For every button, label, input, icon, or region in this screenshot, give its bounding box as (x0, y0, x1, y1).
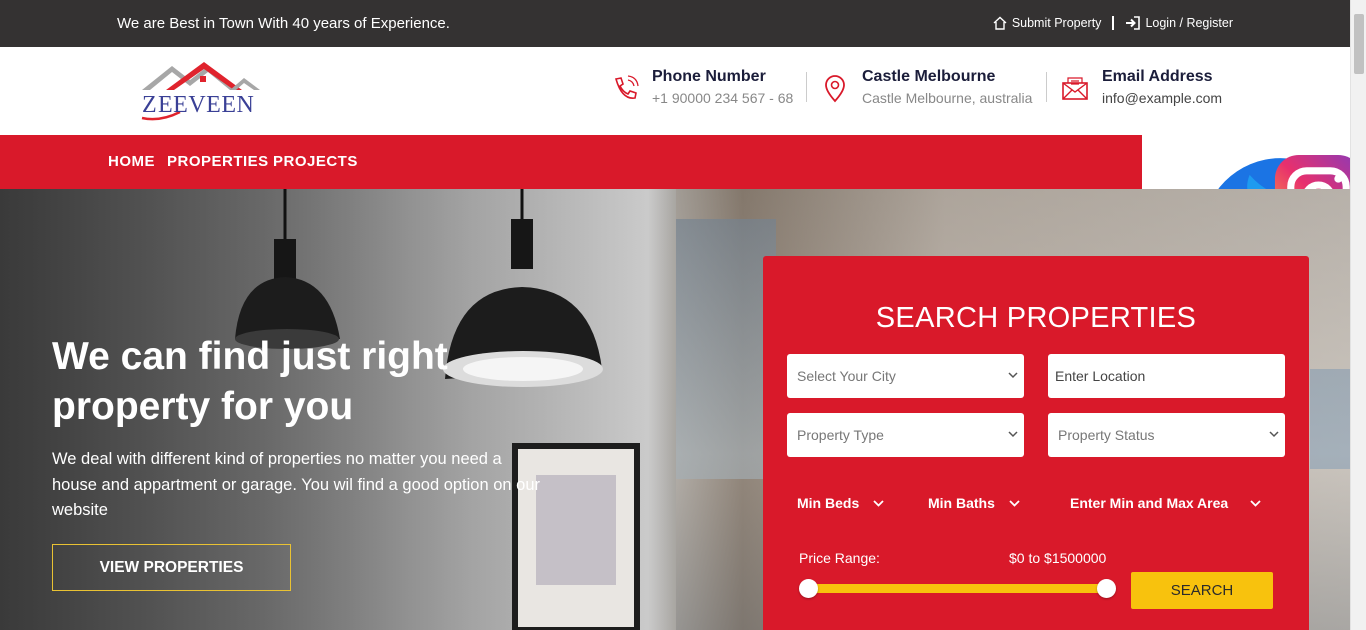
price-range-label: Price Range: (799, 550, 880, 566)
login-icon (1126, 16, 1141, 30)
logo-text: EEVEEN (158, 92, 255, 118)
header: Z EEVEEN Phone Number +1 90000 234 567 -… (0, 47, 1350, 135)
area-label: Enter Min and Max Area (1070, 495, 1229, 511)
chevron-down-icon (1250, 500, 1261, 507)
submit-property-link[interactable]: Submit Property (993, 16, 1102, 30)
contact-location: Castle Melbourne Castle Melbourne, austr… (820, 68, 1032, 106)
min-beds-label: Min Beds (797, 495, 860, 511)
home-icon (993, 16, 1007, 30)
contact-value: +1 90000 234 567 - 68 (652, 90, 794, 106)
min-baths-label: Min Baths (928, 495, 995, 511)
search-title: SEARCH PROPERTIES (875, 302, 1197, 334)
top-links: Submit Property Login / Register (993, 16, 1233, 30)
search-button[interactable]: SEARCH (1131, 572, 1273, 609)
hero-heading: We can find just right property for you (52, 335, 448, 428)
tagline: We are Best in Town With 40 years of Exp… (117, 15, 450, 32)
logo-z: Z (142, 92, 157, 118)
login-register-link[interactable]: Login / Register (1125, 16, 1233, 30)
nav-item-properties[interactable]: PROPERTIES (167, 153, 269, 170)
min-baths-select[interactable]: Min Baths (928, 495, 1020, 511)
nav-item-projects[interactable]: PROJECTS (273, 153, 358, 170)
search-panel: SEARCH PROPERTIES Select Your City Enter… (763, 256, 1309, 630)
map-pin-icon (825, 75, 845, 103)
property-status-select[interactable]: Property Status (1048, 413, 1285, 457)
price-range-slider[interactable] (808, 584, 1106, 593)
top-bar: We are Best in Town With 40 years of Exp… (0, 0, 1350, 47)
site-logo[interactable]: Z EEVEEN (140, 62, 265, 122)
location-input-placeholder: Enter Location (1055, 368, 1146, 384)
view-properties-button[interactable]: VIEW PROPERTIES (52, 544, 291, 591)
location-input[interactable]: Enter Location (1048, 354, 1285, 398)
scrollbar-thumb[interactable] (1354, 14, 1364, 74)
phone-icon (614, 75, 639, 99)
contact-phone: Phone Number +1 90000 234 567 - 68 (610, 68, 793, 106)
divider (1112, 16, 1115, 30)
chevron-down-icon (873, 500, 884, 507)
chevron-down-icon (1269, 431, 1279, 438)
price-range-value: $0 to $1500000 (1009, 550, 1107, 566)
main-nav: HOME PROPERTIES PROJECTS (0, 135, 1142, 189)
login-register-label: Login / Register (1145, 16, 1233, 30)
submit-property-label: Submit Property (1011, 16, 1102, 30)
min-beds-select[interactable]: Min Beds (797, 495, 884, 511)
city-select[interactable]: Select Your City (787, 354, 1024, 398)
contact-value[interactable]: info@example.com (1102, 90, 1222, 106)
chevron-down-icon (1008, 372, 1018, 379)
page-scrollbar[interactable] (1350, 0, 1366, 630)
hero-description: We deal with different kind of propertie… (52, 450, 541, 519)
divider (1046, 72, 1047, 102)
contact-email: Email Address info@example.com (1060, 68, 1222, 106)
property-type-value: Property Type (797, 427, 884, 443)
contact-title: Phone Number (652, 68, 766, 85)
chevron-down-icon (1008, 431, 1018, 438)
area-select[interactable]: Enter Min and Max Area (1070, 495, 1261, 511)
price-max-handle[interactable] (1097, 579, 1116, 598)
price-min-handle[interactable] (799, 579, 818, 598)
envelope-icon (1062, 77, 1088, 100)
contact-title: Castle Melbourne (862, 68, 996, 85)
divider (806, 72, 807, 102)
nav-item-home[interactable]: HOME (108, 153, 155, 170)
property-status-value: Property Status (1058, 427, 1155, 443)
city-select-value: Select Your City (797, 368, 896, 384)
contact-value: Castle Melbourne, australia (862, 90, 1033, 106)
chevron-down-icon (1009, 500, 1020, 507)
contact-title: Email Address (1102, 68, 1213, 85)
property-type-select[interactable]: Property Type (787, 413, 1024, 457)
